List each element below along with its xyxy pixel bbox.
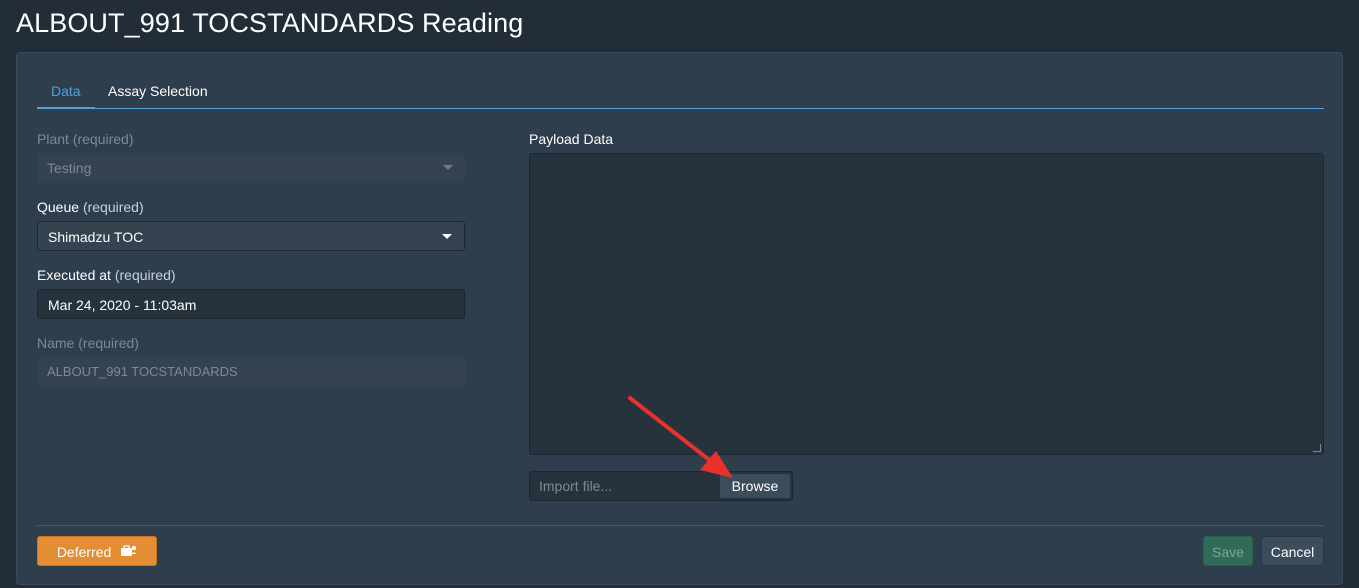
- plant-select-value: Testing: [47, 160, 92, 176]
- executed-at-value: Mar 24, 2020 - 11:03am: [48, 297, 197, 313]
- save-button[interactable]: Save: [1203, 536, 1253, 566]
- tab-assay-selection[interactable]: Assay Selection: [94, 81, 222, 109]
- import-file-group[interactable]: Import file... Browse: [529, 471, 793, 501]
- name-value: ALBOUT_991 TOCSTANDARDS: [47, 364, 238, 379]
- deferred-button-label: Deferred: [56, 544, 112, 560]
- payload-data-textarea[interactable]: [529, 153, 1324, 455]
- queue-select-value: Shimadzu TOC: [48, 229, 144, 245]
- tab-bar: Data Assay Selection: [37, 81, 1324, 109]
- page-title: ALBOUT_991 TOCSTANDARDS Reading: [16, 8, 524, 38]
- chevron-down-icon: [443, 165, 453, 170]
- plant-select: Testing: [37, 153, 465, 183]
- tab-data[interactable]: Data: [37, 81, 95, 109]
- briefcase-user-icon: [121, 545, 137, 557]
- deferred-button[interactable]: Deferred: [37, 536, 157, 566]
- plant-label: Plant (required): [37, 131, 134, 147]
- footer-divider: [37, 525, 1324, 526]
- executed-at-input[interactable]: Mar 24, 2020 - 11:03am: [37, 289, 465, 319]
- browse-button[interactable]: Browse: [720, 474, 790, 498]
- name-input: ALBOUT_991 TOCSTANDARDS: [37, 357, 465, 387]
- cancel-button[interactable]: Cancel: [1261, 536, 1324, 566]
- queue-label: Queue (required): [37, 199, 144, 215]
- executed-at-label: Executed at (required): [37, 267, 176, 283]
- import-file-input[interactable]: Import file...: [539, 472, 612, 500]
- queue-select[interactable]: Shimadzu TOC: [37, 221, 465, 251]
- payload-data-label: Payload Data: [529, 131, 614, 147]
- resize-handle-icon[interactable]: [1313, 444, 1321, 452]
- chevron-down-icon: [442, 234, 452, 239]
- name-label: Name (required): [37, 335, 139, 351]
- reading-form-panel: Data Assay Selection Plant (required) Te…: [16, 52, 1343, 585]
